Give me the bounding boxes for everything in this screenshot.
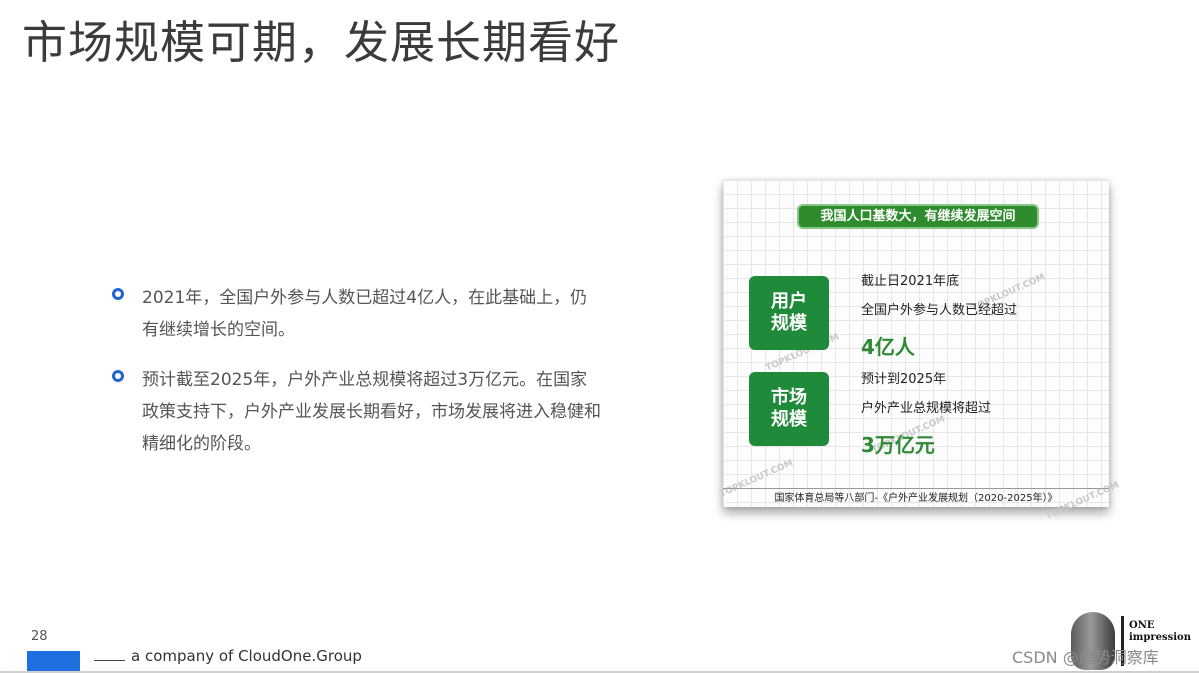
logo-text-one: ONE <box>1129 620 1155 631</box>
user-scale-line2: 全国户外参与人数已经超过 <box>861 303 1018 318</box>
market-scale-line2: 户外产业总规模将超过 <box>861 401 992 416</box>
market-scale-box: 市场规模 <box>749 372 829 446</box>
slide-title: 市场规模可期，发展长期看好 <box>22 16 621 69</box>
infographic-image: TOPKLOUT.COM TOPKLOUT.COM TOPKLOUT.COM T… <box>718 180 1121 522</box>
bullet-item: 预计截至2025年，户外产业总规模将超过3万亿元。在国家政策支持下，户外产业发展… <box>112 364 602 460</box>
csdn-watermark: CSDN @趋势洞察库 <box>1012 648 1159 667</box>
user-scale-line1: 截止日2021年底 <box>861 274 960 289</box>
company-tagline: a company of CloudOne.Group <box>131 647 362 665</box>
bullet-circle-icon <box>112 370 124 382</box>
user-scale-label: 用户规模 <box>771 291 807 334</box>
bullet-text: 2021年，全国户外参与人数已超过4亿人，在此基础上，仍有继续增长的空间。 <box>142 288 588 340</box>
infographic-banner: 我国人口基数大，有继续发展空间 <box>797 204 1039 229</box>
source-caption: 国家体育总局等八部门-《户外产业发展规划（2020-2025年）》 <box>774 493 1058 504</box>
user-scale-box: 用户规模 <box>749 276 829 350</box>
bullet-text: 预计截至2025年，户外产业总规模将超过3万亿元。在国家政策支持下，户外产业发展… <box>142 370 601 454</box>
bullet-item: 2021年，全国户外参与人数已超过4亿人，在此基础上，仍有继续增长的空间。 <box>112 282 602 346</box>
accent-block <box>27 651 80 673</box>
market-scale-line1: 预计到2025年 <box>861 372 947 387</box>
bullet-circle-icon <box>112 288 124 300</box>
footer-divider <box>94 660 125 661</box>
bullet-list: 2021年，全国户外参与人数已超过4亿人，在此基础上，仍有继续增长的空间。 预计… <box>112 282 602 478</box>
logo-text-impression: impression <box>1129 632 1192 643</box>
market-scale-value: 3万亿元 <box>861 433 935 457</box>
user-scale-value: 4亿人 <box>861 335 915 359</box>
market-scale-label: 市场规模 <box>771 387 807 430</box>
page-number: 28 <box>31 629 48 644</box>
